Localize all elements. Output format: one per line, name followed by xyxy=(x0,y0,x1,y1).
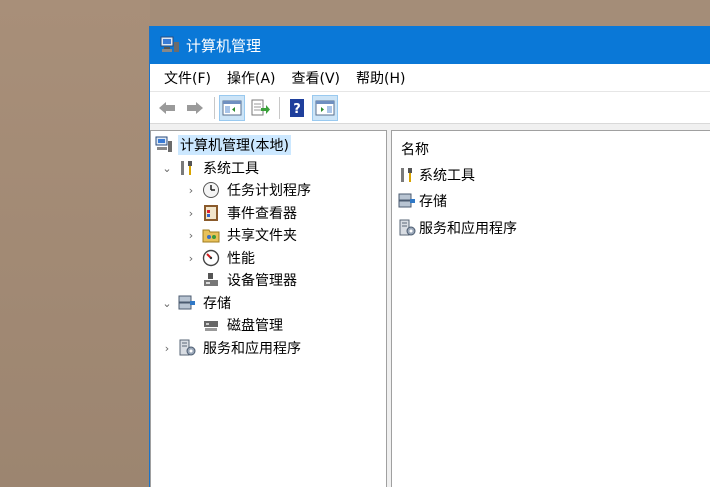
disk-management-icon xyxy=(204,321,218,331)
help-button[interactable]: ? xyxy=(284,95,310,121)
tree-label: 计算机管理(本地) xyxy=(178,135,291,155)
show-hide-action-pane-button[interactable] xyxy=(312,94,338,121)
tools-icon xyxy=(401,168,412,182)
list-item-services-applications[interactable]: 服务和应用程序 xyxy=(398,217,517,239)
device-manager-icon xyxy=(204,273,218,286)
storage-icon xyxy=(398,193,415,208)
back-button[interactable] xyxy=(154,95,180,121)
forward-arrow-icon xyxy=(187,101,203,114)
chevron-right-icon[interactable]: › xyxy=(160,342,174,355)
show-hide-action-pane-icon xyxy=(315,100,335,115)
list-item-label: 服务和应用程序 xyxy=(419,221,517,237)
tree-label: 事件查看器 xyxy=(227,206,297,222)
menu-help[interactable]: 帮助(H) xyxy=(348,68,413,88)
toolbar: ? xyxy=(150,92,710,124)
help-icon: ? xyxy=(290,98,304,117)
tree-item-device-manager[interactable]: 设备管理器 xyxy=(202,269,299,291)
tree-label: 磁盘管理 xyxy=(227,318,283,334)
console-tree: 计算机管理(本地) ⌄ 系统工具 › 任务计划程序 › 事件查看器 › 共享文件… xyxy=(150,130,387,487)
chevron-right-icon[interactable]: › xyxy=(184,207,198,220)
content-area: 计算机管理(本地) ⌄ 系统工具 › 任务计划程序 › 事件查看器 › 共享文件… xyxy=(150,125,710,487)
export-list-button[interactable] xyxy=(247,95,273,121)
tree-label: 服务和应用程序 xyxy=(203,341,301,357)
tree-label: 系统工具 xyxy=(203,161,259,177)
column-header-name[interactable]: 名称 xyxy=(401,139,429,159)
desktop-background xyxy=(0,0,150,487)
tree-label: 设备管理器 xyxy=(227,273,297,289)
svg-text:?: ? xyxy=(293,102,301,117)
list-item-storage[interactable]: 存储 xyxy=(398,190,447,212)
back-arrow-icon xyxy=(159,101,175,114)
tree-item-root[interactable]: 计算机管理(本地) xyxy=(155,134,291,156)
toolbar-separator xyxy=(214,96,215,119)
show-hide-tree-icon xyxy=(222,100,242,115)
tree-item-services-applications[interactable]: › 服务和应用程序 xyxy=(160,337,303,359)
tree-label: 共享文件夹 xyxy=(227,228,297,244)
tree-item-system-tools[interactable]: ⌄ 系统工具 xyxy=(160,157,261,179)
chevron-right-icon[interactable]: › xyxy=(184,229,198,242)
storage-icon xyxy=(178,295,195,310)
computer-management-window: 计算机管理 文件(F) 操作(A) 查看(V) 帮助(H) ? 计算机管理(本地… xyxy=(149,26,710,487)
menu-bar: 文件(F) 操作(A) 查看(V) 帮助(H) xyxy=(150,64,710,92)
tree-item-task-scheduler[interactable]: › 任务计划程序 xyxy=(184,179,313,201)
shared-folder-icon xyxy=(202,229,220,243)
services-applications-icon xyxy=(399,219,416,236)
tree-item-shared-folders[interactable]: › 共享文件夹 xyxy=(184,224,299,246)
title-bar[interactable]: 计算机管理 xyxy=(150,26,710,64)
menu-action[interactable]: 操作(A) xyxy=(219,68,284,88)
menu-view[interactable]: 查看(V) xyxy=(284,68,349,88)
show-hide-tree-button[interactable] xyxy=(219,94,245,121)
performance-gauge-icon xyxy=(202,249,220,267)
toolbar-separator xyxy=(279,96,280,119)
export-list-icon xyxy=(251,99,270,115)
forward-button[interactable] xyxy=(182,95,208,121)
window-title: 计算机管理 xyxy=(186,36,262,55)
tree-label: 存储 xyxy=(203,296,231,312)
chevron-down-icon[interactable]: ⌄ xyxy=(160,297,174,310)
computer-management-icon xyxy=(160,36,179,52)
menu-file[interactable]: 文件(F) xyxy=(156,68,219,88)
computer-management-icon xyxy=(155,136,172,152)
tree-item-performance[interactable]: › 性能 xyxy=(184,247,257,269)
tree-item-storage[interactable]: ⌄ 存储 xyxy=(160,292,233,314)
tree-item-event-viewer[interactable]: › 事件查看器 xyxy=(184,202,299,224)
services-applications-icon xyxy=(179,339,196,356)
chevron-down-icon[interactable]: ⌄ xyxy=(160,162,174,175)
list-item-system-tools[interactable]: 系统工具 xyxy=(398,164,475,186)
tree-label: 性能 xyxy=(227,251,255,267)
chevron-right-icon[interactable]: › xyxy=(184,252,198,265)
list-item-label: 系统工具 xyxy=(419,168,475,184)
tree-label: 任务计划程序 xyxy=(227,183,311,199)
chevron-right-icon[interactable]: › xyxy=(184,184,198,197)
tools-icon xyxy=(181,161,192,175)
event-viewer-icon xyxy=(204,205,218,221)
clock-icon xyxy=(203,182,219,198)
list-item-label: 存储 xyxy=(419,194,447,210)
results-list: 名称 系统工具 存储 服务和应用程序 xyxy=(391,130,710,487)
tree-item-disk-management[interactable]: 磁盘管理 xyxy=(202,314,285,336)
